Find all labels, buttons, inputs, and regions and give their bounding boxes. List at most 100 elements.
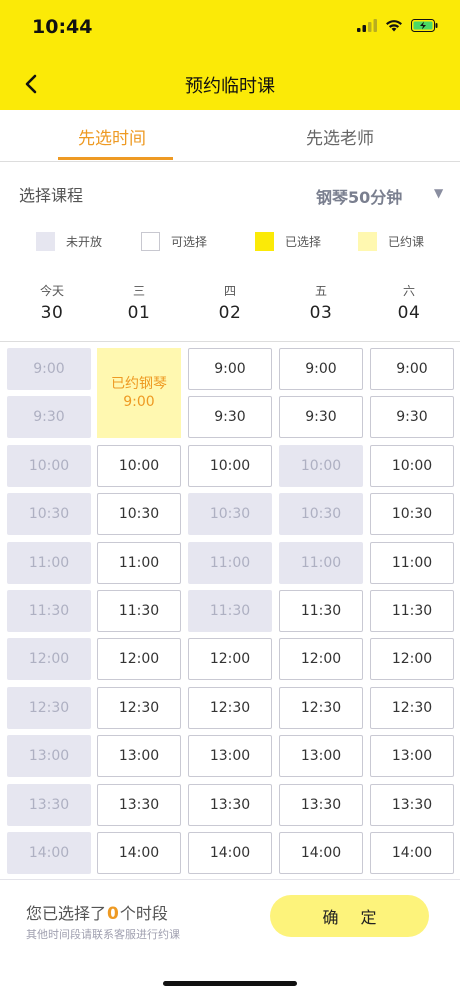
day-column-header: 四 02 — [185, 282, 275, 323]
legend-swatch-open — [141, 232, 160, 251]
time-slot[interactable]: 14:00 — [97, 832, 181, 874]
time-slot[interactable]: 10:00 — [97, 445, 181, 487]
time-slot: 10:00 — [7, 445, 91, 487]
day-weekday: 四 — [223, 284, 236, 298]
time-slot[interactable]: 9:30 — [279, 396, 363, 438]
time-slot[interactable]: 12:00 — [370, 638, 454, 680]
day-column-header: 三 01 — [94, 282, 184, 323]
time-slot-grid: 9:00 9:30 10:00 10:30 11:00 11:30 12:00 12:30 13… — [7, 348, 457, 874]
day-date: 01 — [127, 303, 151, 323]
time-slot: 14:00 — [7, 832, 91, 874]
tab-choose-time[interactable]: 先选时间 — [78, 124, 146, 149]
time-slot[interactable]: 11:00 — [370, 542, 454, 584]
time-slot[interactable]: 12:00 — [279, 638, 363, 680]
day-column-header: 五 03 — [276, 282, 366, 323]
time-slot: 10:30 — [279, 493, 363, 535]
time-slot[interactable]: 12:30 — [97, 687, 181, 729]
booked-slot-title: 已约钢琴 — [111, 376, 167, 392]
time-slot[interactable]: 9:00 — [279, 348, 363, 390]
day-weekday: 六 — [402, 284, 415, 298]
selection-summary: 您已选择了0个时段 — [26, 900, 168, 924]
legend-label-booked: 已约课 — [388, 235, 425, 249]
time-slot: 10:30 — [188, 493, 272, 535]
summary-suffix: 个时段 — [119, 904, 168, 923]
time-slot: 10:30 — [7, 493, 91, 535]
booked-slot-time: 9:00 — [123, 394, 155, 410]
signal-icon — [357, 19, 377, 32]
time-slot[interactable]: 10:30 — [370, 493, 454, 535]
legend-label-selected: 已选择 — [285, 235, 322, 249]
time-slot[interactable]: 12:00 — [188, 638, 272, 680]
battery-icon — [411, 19, 438, 32]
day-date: 30 — [40, 303, 64, 323]
page-title: 预约临时课 — [185, 76, 275, 97]
time-slot: 9:30 — [7, 396, 91, 438]
day-date: 02 — [218, 303, 242, 323]
time-slot: 11:30 — [188, 590, 272, 632]
day-weekday: 五 — [314, 284, 327, 298]
legend-swatch-selected — [255, 232, 274, 251]
legend-item-closed: 未开放 — [36, 232, 102, 251]
legend-swatch-booked — [358, 232, 377, 251]
status-time: 10:44 — [32, 16, 93, 38]
course-label: 选择课程 — [19, 186, 84, 205]
legend-swatch-closed — [36, 232, 55, 251]
time-slot[interactable]: 13:00 — [97, 735, 181, 777]
time-slot[interactable]: 9:30 — [188, 396, 272, 438]
time-slot[interactable]: 11:30 — [370, 590, 454, 632]
course-dropdown[interactable]: 钢琴50分钟 — [316, 184, 402, 208]
time-slot: 12:30 — [7, 687, 91, 729]
time-slot[interactable]: 9:00 — [370, 348, 454, 390]
time-slot[interactable]: 14:00 — [188, 832, 272, 874]
contact-hint: 其他时间段请联系客服进行约课 — [26, 928, 180, 941]
time-slot[interactable]: 11:00 — [97, 542, 181, 584]
tab-choose-teacher[interactable]: 先选老师 — [306, 124, 374, 149]
caret-down-icon[interactable]: ▼ — [434, 186, 443, 200]
time-slot[interactable]: 13:00 — [279, 735, 363, 777]
time-slot[interactable]: 12:00 — [97, 638, 181, 680]
day-weekday: 三 — [132, 284, 145, 298]
day-column-header: 今天 30 — [7, 282, 97, 323]
time-slot[interactable]: 10:00 — [188, 445, 272, 487]
day-date: 03 — [309, 303, 333, 323]
time-slot: 11:30 — [7, 590, 91, 632]
summary-prefix: 您已选择了 — [26, 904, 107, 923]
legend-item-open: 可选择 — [141, 232, 207, 251]
time-slot[interactable]: 11:30 — [279, 590, 363, 632]
time-slot[interactable]: 10:30 — [97, 493, 181, 535]
wifi-icon — [386, 20, 402, 32]
time-slot[interactable]: 13:30 — [370, 784, 454, 826]
course-selector-row: 选择课程 钢琴50分钟 ▼ — [0, 180, 460, 210]
time-slot[interactable]: 9:00 — [188, 348, 272, 390]
time-slot[interactable]: 13:30 — [279, 784, 363, 826]
day-column-header: 六 04 — [364, 282, 454, 323]
time-slot[interactable]: 14:00 — [279, 832, 363, 874]
legend-item-booked: 已约课 — [358, 232, 424, 251]
time-slot[interactable]: 13:30 — [188, 784, 272, 826]
time-slot[interactable]: 12:30 — [370, 687, 454, 729]
time-slot[interactable]: 14:00 — [370, 832, 454, 874]
time-slot[interactable]: 12:30 — [188, 687, 272, 729]
legend-label-open: 可选择 — [171, 235, 208, 249]
time-slot[interactable]: 9:30 — [370, 396, 454, 438]
booked-slot[interactable]: 已约钢琴 9:00 — [97, 348, 181, 438]
time-slot: 10:00 — [279, 445, 363, 487]
time-slot: 9:00 — [7, 348, 91, 390]
time-slot: 13:00 — [7, 735, 91, 777]
top-header: 10:44 预约临时课 — [0, 0, 460, 110]
time-slot[interactable]: 12:30 — [279, 687, 363, 729]
time-slot: 13:30 — [7, 784, 91, 826]
confirm-button[interactable]: 确定 — [270, 895, 429, 937]
selected-count: 0 — [107, 904, 119, 924]
day-weekday: 今天 — [39, 284, 64, 298]
legend-label-closed: 未开放 — [66, 235, 103, 249]
time-slot: 11:00 — [7, 542, 91, 584]
time-slot[interactable]: 13:00 — [370, 735, 454, 777]
divider — [0, 879, 460, 880]
day-date: 04 — [397, 303, 421, 323]
day-header: 今天 30 三 01 四 02 五 03 六 04 — [0, 282, 460, 332]
time-slot[interactable]: 13:00 — [188, 735, 272, 777]
time-slot[interactable]: 13:30 — [97, 784, 181, 826]
time-slot[interactable]: 10:00 — [370, 445, 454, 487]
time-slot[interactable]: 11:30 — [97, 590, 181, 632]
